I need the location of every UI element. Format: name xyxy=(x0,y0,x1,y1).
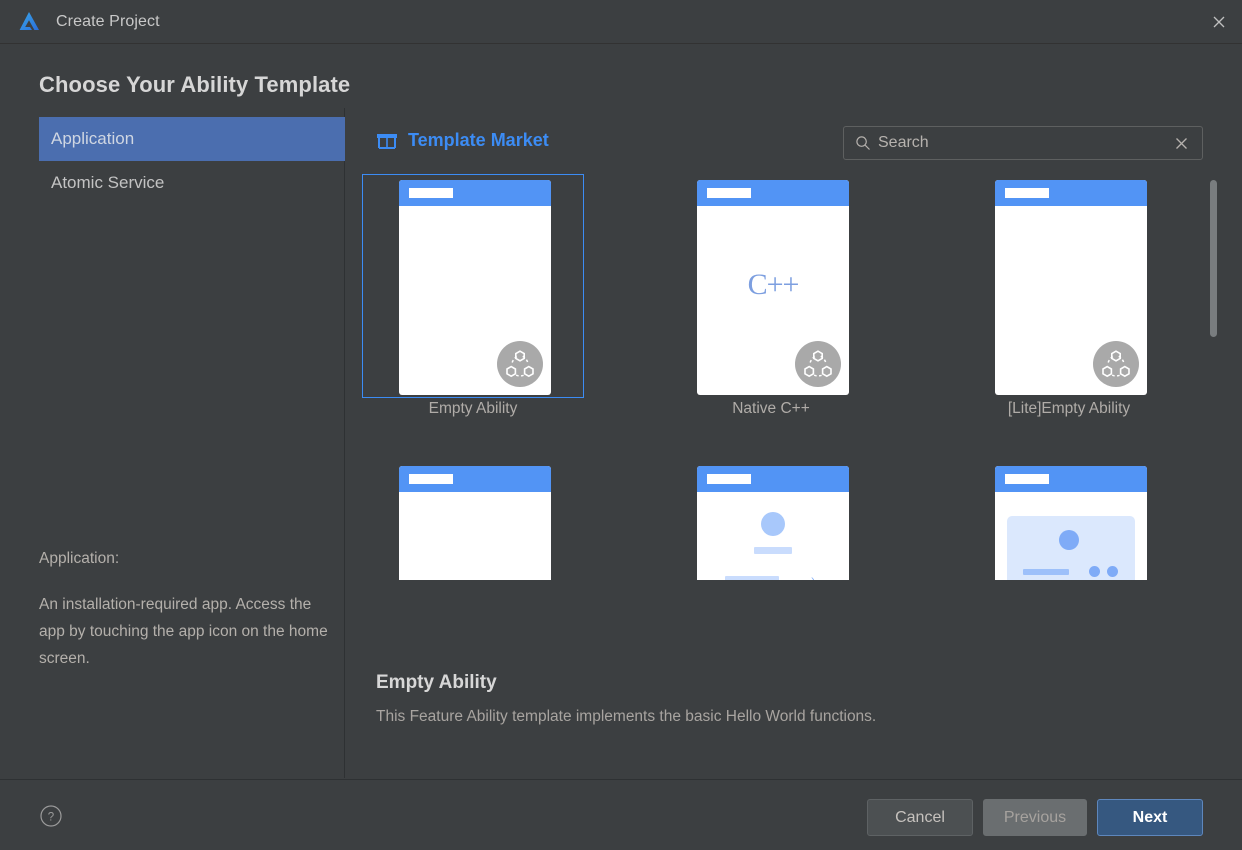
help-circle-icon[interactable]: ? xyxy=(39,804,63,828)
template-card[interactable] xyxy=(362,460,584,580)
mock-dot xyxy=(1089,566,1100,577)
template-card[interactable]: C++ Native C++ xyxy=(660,174,882,422)
mock-line xyxy=(754,547,792,554)
template-grid: Empty Ability C++ Native C++ [Lite]Empty… xyxy=(362,174,1218,580)
harmony-ability-badge-icon xyxy=(497,341,543,387)
sidebar-item-label: Application xyxy=(51,129,135,148)
mock-avatar xyxy=(1059,530,1079,550)
template-card[interactable]: › › › › xyxy=(660,460,882,580)
storefront-icon xyxy=(376,131,398,151)
sidebar-item-application[interactable]: Application xyxy=(39,117,345,161)
deveco-logo-icon xyxy=(16,9,42,35)
page-title: Choose Your Ability Template xyxy=(39,72,351,97)
svg-text:?: ? xyxy=(48,812,54,824)
thumb-appbar-pill xyxy=(707,474,751,484)
harmony-ability-badge-icon xyxy=(1093,341,1139,387)
template-market-link[interactable]: Template Market xyxy=(376,130,549,151)
thumb-appbar-pill xyxy=(707,188,751,198)
mock-avatar xyxy=(761,512,785,536)
create-project-dialog: Create Project Choose Your Ability Templ… xyxy=(0,0,1242,850)
next-button[interactable]: Next xyxy=(1097,799,1203,836)
title-bar: Create Project xyxy=(0,0,1242,44)
template-thumbnail xyxy=(399,180,551,395)
category-panel: Application Atomic Service Application: … xyxy=(0,108,345,778)
template-card-frame[interactable] xyxy=(362,460,584,580)
dialog-footer: ? Cancel Previous Next xyxy=(0,779,1242,850)
template-card-frame[interactable] xyxy=(958,460,1180,580)
template-caption: [Lite]Empty Ability xyxy=(1007,400,1131,417)
mock-line xyxy=(1023,569,1069,575)
template-caption: Native C++ xyxy=(732,400,810,417)
chevron-right-icon: › xyxy=(811,574,815,581)
template-card-frame[interactable] xyxy=(958,174,1180,398)
template-card-frame[interactable]: C++ xyxy=(660,174,882,398)
template-panel: Template Market Search Empty Ability C++… xyxy=(346,108,1242,778)
template-caption: Empty Ability xyxy=(428,400,518,417)
template-thumbnail: C++ xyxy=(697,180,849,395)
harmony-ability-badge-icon xyxy=(795,341,841,387)
category-list: Application Atomic Service xyxy=(39,117,345,205)
window-title: Create Project xyxy=(56,12,160,30)
sidebar-item-label: Atomic Service xyxy=(51,173,165,192)
search-box[interactable] xyxy=(843,126,1203,160)
template-card-frame[interactable] xyxy=(362,174,584,398)
search-input[interactable] xyxy=(878,134,1168,152)
mock-dot xyxy=(1107,566,1118,577)
category-description-text: An installation-required app. Access the… xyxy=(39,596,328,667)
thumb-appbar-pill xyxy=(1005,188,1049,198)
template-card-frame[interactable]: › › › › xyxy=(660,460,882,580)
search-icon xyxy=(854,134,872,152)
template-card[interactable]: Empty Ability xyxy=(362,174,584,422)
category-description-label: Application: xyxy=(39,550,120,567)
template-thumbnail xyxy=(995,180,1147,395)
template-thumbnail: › › › › xyxy=(697,466,849,580)
selected-template-description: This Feature Ability template implements… xyxy=(376,708,877,725)
cpp-label: C++ xyxy=(747,268,800,301)
template-thumbnail xyxy=(995,466,1147,580)
category-description: Application: An installation-required ap… xyxy=(39,545,329,672)
sidebar-item-atomic-service[interactable]: Atomic Service xyxy=(39,161,345,205)
template-thumbnail xyxy=(399,466,551,580)
selected-template-title: Empty Ability xyxy=(376,672,497,693)
thumb-appbar-pill xyxy=(409,474,453,484)
clear-search-icon[interactable] xyxy=(1168,130,1194,156)
template-market-label: Template Market xyxy=(408,130,549,150)
scrollbar-thumb[interactable] xyxy=(1210,180,1217,337)
thumb-appbar-pill xyxy=(409,188,453,198)
cancel-button[interactable]: Cancel xyxy=(867,799,973,836)
template-grid-scrollbar[interactable] xyxy=(1208,174,1218,580)
template-card[interactable] xyxy=(958,460,1180,580)
template-card[interactable]: [Lite]Empty Ability xyxy=(958,174,1180,422)
previous-button[interactable]: Previous xyxy=(983,799,1087,836)
mock-line xyxy=(725,576,779,580)
thumb-appbar-pill xyxy=(1005,474,1049,484)
close-icon[interactable] xyxy=(1196,0,1242,43)
